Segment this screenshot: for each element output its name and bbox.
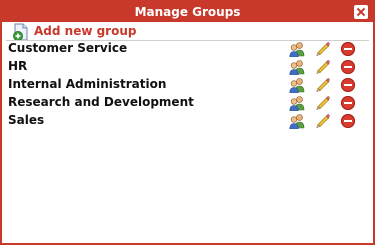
users-icon[interactable] (289, 41, 305, 57)
pencil-icon[interactable] (315, 41, 331, 57)
delete-icon[interactable] (340, 41, 356, 57)
add-new-group-label: Add new group (34, 24, 137, 38)
dialog-title: Manage Groups (134, 5, 241, 19)
pencil-icon[interactable] (315, 113, 331, 129)
users-icon[interactable] (289, 95, 305, 111)
group-row: HR (6, 58, 369, 76)
pencil-icon[interactable] (315, 59, 331, 75)
delete-icon[interactable] (340, 113, 356, 129)
pencil-icon[interactable] (315, 77, 331, 93)
row-actions (289, 41, 365, 57)
delete-icon[interactable] (340, 59, 356, 75)
users-icon[interactable] (289, 77, 305, 93)
group-name: Internal Administration (8, 77, 167, 91)
group-row: Customer Service (6, 40, 369, 58)
row-actions (289, 95, 365, 111)
group-row: Internal Administration (6, 76, 369, 94)
group-list: Customer Service HR Internal Administrat… (6, 40, 369, 130)
delete-icon[interactable] (340, 95, 356, 111)
add-document-icon (13, 23, 28, 41)
row-actions (289, 77, 365, 93)
group-name: Customer Service (8, 41, 128, 55)
users-icon[interactable] (289, 59, 305, 75)
row-actions (289, 113, 365, 129)
delete-icon[interactable] (340, 77, 356, 93)
group-row: Sales (6, 112, 369, 130)
manage-groups-dialog: Manage Groups Add new group Customer Ser… (0, 0, 375, 245)
group-name: Research and Development (8, 95, 194, 109)
row-actions (289, 59, 365, 75)
close-icon[interactable] (354, 5, 368, 19)
add-new-group-button[interactable]: Add new group (10, 22, 365, 42)
pencil-icon[interactable] (315, 95, 331, 111)
users-icon[interactable] (289, 113, 305, 129)
group-name: Sales (8, 113, 45, 127)
group-name: HR (8, 59, 28, 73)
dialog-titlebar: Manage Groups (2, 2, 373, 22)
group-row: Research and Development (6, 94, 369, 112)
